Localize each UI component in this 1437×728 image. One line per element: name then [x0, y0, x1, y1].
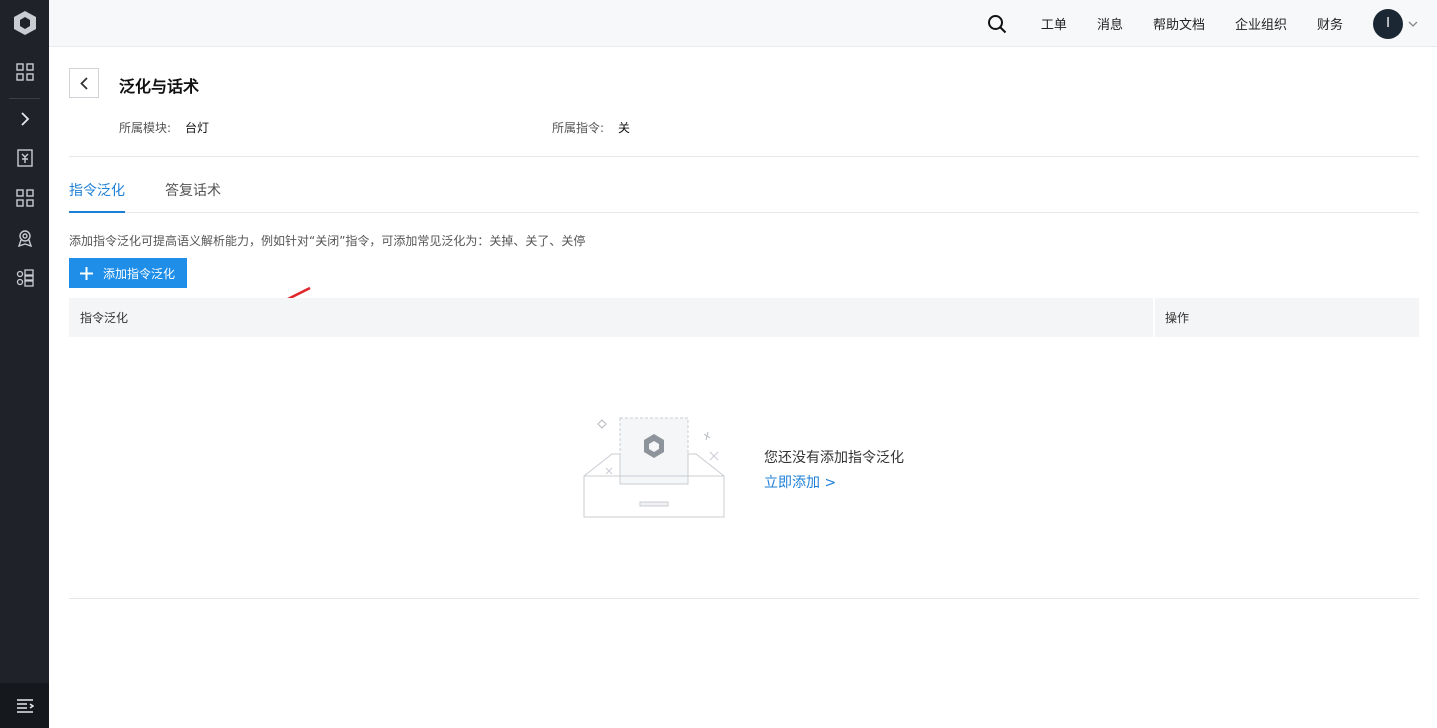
module-label: 所属模块: — [119, 121, 172, 135]
module-value: 台灯 — [185, 121, 210, 135]
search-icon[interactable] — [987, 14, 1007, 34]
command-value: 关 — [618, 121, 631, 135]
back-button[interactable] — [69, 68, 99, 98]
add-generalization-label: 添加指令泛化 — [103, 266, 176, 281]
nav-finance[interactable]: 财务 — [1317, 14, 1343, 33]
top-nav: 工单 消息 帮助文档 企业组织 财务 I — [987, 0, 1437, 47]
chevron-left-icon — [80, 76, 88, 90]
command-label: 所属指令: — [552, 121, 605, 135]
nav-help-docs[interactable]: 帮助文档 — [1153, 14, 1205, 33]
module-info: 所属模块: 台灯 — [119, 119, 209, 136]
divider — [69, 598, 1419, 599]
nav-organization[interactable]: 企业组织 — [1235, 14, 1287, 33]
modules-icon[interactable] — [0, 258, 49, 298]
nav-tickets[interactable]: 工单 — [1041, 14, 1067, 33]
tab-command-generalization[interactable]: 指令泛化 — [69, 180, 125, 213]
empty-message: 您还没有添加指令泛化 — [764, 450, 904, 466]
tab-bar: 指令泛化 答复话术 — [69, 180, 1419, 213]
top-bar: 工单 消息 帮助文档 企业组织 财务 I — [49, 0, 1437, 47]
divider — [69, 156, 1419, 157]
document-icon[interactable] — [0, 138, 49, 178]
column-separator — [1153, 298, 1155, 337]
column-header-actions: 操作 — [1165, 311, 1190, 325]
apps-icon[interactable] — [0, 178, 49, 218]
sidebar — [0, 0, 49, 728]
page-title: 泛化与话术 — [119, 77, 200, 96]
command-info: 所属指令: 关 — [552, 119, 630, 136]
avatar: I — [1373, 8, 1403, 39]
award-icon[interactable] — [0, 218, 49, 258]
add-now-link[interactable]: 立即添加 > — [764, 472, 836, 492]
tip-text: 添加指令泛化可提高语义解析能力，例如针对“关闭”指令，可添加常见泛化为：关掉、关… — [69, 234, 586, 248]
menu-icon[interactable] — [0, 683, 49, 728]
plus-icon — [80, 266, 93, 280]
add-generalization-button[interactable]: 添加指令泛化 — [69, 258, 187, 288]
logo-icon[interactable] — [0, 3, 49, 43]
chevron-down-icon — [1408, 21, 1418, 27]
user-menu[interactable]: I — [1373, 8, 1418, 39]
dashboard-icon[interactable] — [0, 52, 49, 92]
column-header-generalization: 指令泛化 — [80, 311, 129, 325]
nav-messages[interactable]: 消息 — [1097, 14, 1123, 33]
table-header: 指令泛化 操作 — [69, 298, 1419, 337]
empty-box-icon — [583, 417, 725, 518]
tab-reply-phrases[interactable]: 答复话术 — [165, 180, 221, 213]
expand-icon[interactable] — [0, 99, 49, 139]
